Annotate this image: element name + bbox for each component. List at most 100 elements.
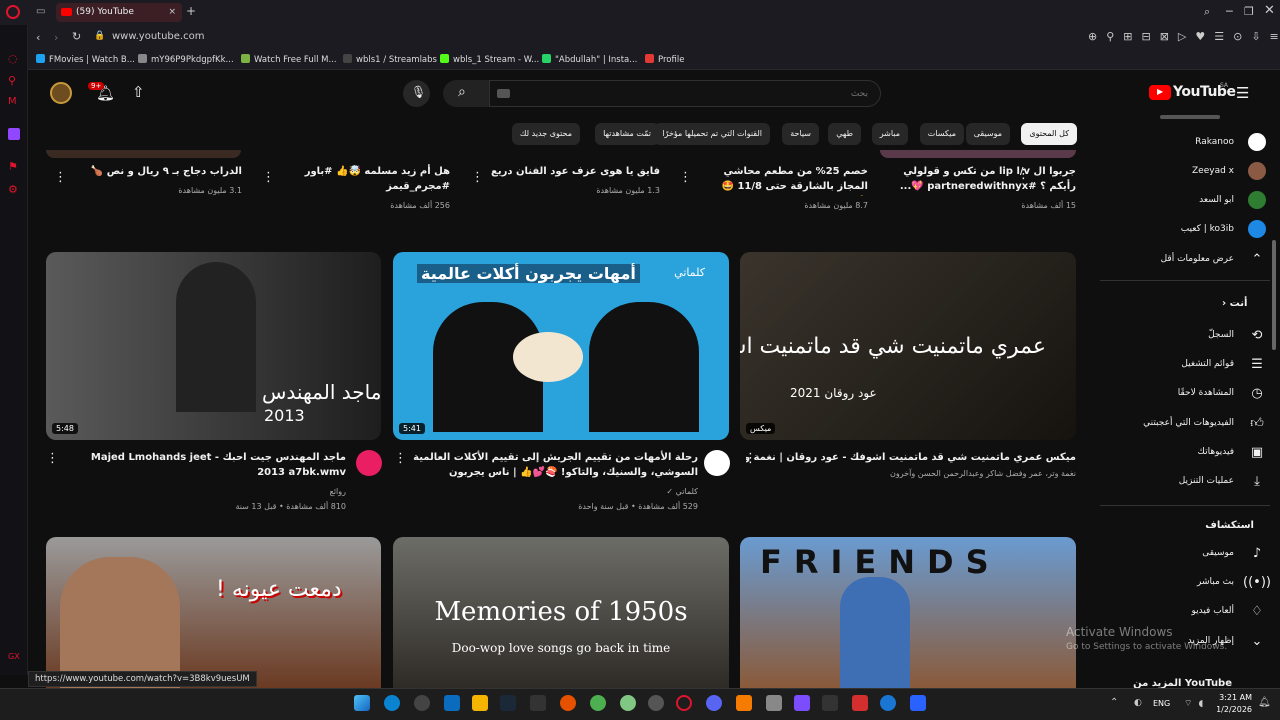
sidebar-item-history[interactable]: السجلّ ⟲ [1208,326,1266,344]
bookmark-item[interactable]: wbls1 / Streamlabs [343,54,437,65]
more-options-icon[interactable]: ⋮ [679,170,692,185]
forward-icon[interactable]: › [54,31,58,44]
app-icon[interactable] [794,695,810,711]
reload-icon[interactable]: ↻ [72,30,81,43]
chip[interactable]: طهي [828,123,861,145]
twitch-icon[interactable] [8,128,20,140]
bookmark-item[interactable]: "Abdullah" | Insta... [542,54,637,65]
more-options-icon[interactable]: ⋮ [744,451,757,466]
bag-icon[interactable]: ⚲ [8,74,16,87]
voice-search-button[interactable]: 🎙︎ [403,80,430,107]
sidebar-item-liked[interactable]: الفيديوهات التي أعجبتني 👍︎ [1143,414,1266,432]
search-tabs-icon[interactable]: ⌕ [1204,5,1210,19]
settings-icon[interactable]: ⚙ [8,183,18,196]
app-icon[interactable] [766,695,782,711]
capcut-icon[interactable] [822,695,838,711]
tab-menu-icon[interactable]: ▭ [36,6,45,17]
video-title[interactable]: الدراب دجاج بـ ٩ ريال و نص 🍗😎 [82,164,242,180]
url-text[interactable]: www.youtube.com [112,31,204,42]
video-thumbnail[interactable]: أمهات يجربون أكلات عالمية كلماتي 5:41 [393,252,729,440]
search-input[interactable] [489,80,881,107]
chip[interactable]: موسيقى [965,123,1010,145]
avatar[interactable] [50,82,72,104]
more-options-icon[interactable]: ⋮ [1017,167,1030,182]
sidebar-item-gaming[interactable]: ألعاب فيديو ♢ [1191,602,1266,620]
bookmark-item[interactable]: Watch Free Full M... [241,54,337,65]
minimize-icon[interactable]: ─ [1226,5,1233,18]
channel-name[interactable]: كلماتي ✓ [666,485,698,498]
speed-dial-icon[interactable]: ◌ [8,52,18,65]
chrome-canary-icon[interactable] [620,695,636,711]
tab-youtube[interactable]: (59) YouTube × [56,3,182,22]
menu-hamburger-icon[interactable]: ☰ [1236,84,1249,102]
clock-date[interactable]: 1/2/2026 [1214,705,1252,714]
github-icon[interactable] [648,695,664,711]
more-options-icon[interactable]: ⋮ [262,170,275,185]
notification-center-icon[interactable]: 🔔︎ [1258,697,1271,708]
search-button[interactable]: ⌕ [443,80,489,107]
bookmark-item[interactable]: wbls_1 Stream - W... [440,54,539,65]
create-upload-icon[interactable]: ⇧ [132,83,145,101]
app-icon[interactable] [852,695,868,711]
video-title[interactable]: فايق يا هوى عزف عود الفنان دريع الهاجري [460,164,660,180]
video-thumbnail[interactable]: Memories of 1950s Doo-wop love songs go … [393,537,729,688]
more-options-icon[interactable]: ⋮ [54,170,67,185]
app-icon[interactable] [910,695,926,711]
sidebar-item-live[interactable]: بث مباشر ((•)) [1197,573,1271,591]
gx-icon[interactable]: GX [8,652,20,661]
video-title[interactable]: ماجد المهندس جيت احبك Majed Lmohands jee… [86,450,346,482]
app-icon[interactable] [880,695,896,711]
epic-games-icon[interactable] [530,695,546,711]
channel-avatar[interactable] [704,450,730,476]
sidebar-subscription[interactable]: Rakanoo [1195,133,1266,151]
chip-all[interactable]: كل المحتوى [1021,123,1077,145]
tray-chevron-up-icon[interactable]: ⌃ [1110,697,1118,708]
video-thumbnail[interactable]: FRIENDS [740,537,1076,688]
app-icon[interactable] [736,695,752,711]
chip[interactable]: ميكسات [919,123,964,145]
messenger-icon[interactable]: M [8,96,17,107]
sidebar-scrollbar[interactable] [1272,240,1276,350]
close-window-icon[interactable]: ✕ [1264,3,1275,18]
chip[interactable]: مباشر [871,123,908,145]
new-tab-icon[interactable]: + [186,4,196,18]
opera-gx-icon[interactable] [676,695,692,711]
more-options-icon[interactable]: ⋮ [394,451,407,466]
language-indicator[interactable]: ENG [1153,699,1170,708]
sidebar-item-watch-later[interactable]: المشاهدة لاحقًا ◷ [1178,384,1266,402]
file-explorer-icon[interactable] [472,695,488,711]
chip[interactable]: محتوى جديد لك [511,123,580,145]
xbox-icon[interactable] [444,695,460,711]
more-options-icon[interactable]: ⋮ [46,451,59,466]
sidebar-subscription[interactable]: Zeeyad x [1192,162,1266,180]
toolbar-extension-icons[interactable]: ⊕⚲⊞⊟⊠▷♥☰⊙⇩≡ [1088,30,1280,43]
sidebar-item-playlists[interactable]: قوائم التشغيل ☰ [1181,355,1266,373]
sidebar-subscription[interactable]: كعيب | ko3ib [1181,220,1266,238]
channel-name[interactable]: روائع [330,485,346,498]
sidebar-item-downloads[interactable]: عمليات التنزيل ⤓ [1179,472,1266,490]
tray-network-sound-icons[interactable]: ⌔◖ [1184,698,1209,709]
opera-logo-icon[interactable] [6,5,20,19]
chip[interactable]: تمّت مشاهدتها [595,123,659,145]
video-thumbnail[interactable]: عمري ماتمنيت شي قد ماتمنيت اشوفك عود روق… [740,252,1076,440]
you-section-header[interactable]: › أنت [1222,298,1247,309]
close-tab-icon[interactable]: × [168,3,176,22]
discord-icon[interactable] [706,695,722,711]
steam-icon[interactable] [500,695,516,711]
sidebar-subscription[interactable]: ابو السعد [1199,191,1266,209]
edge-icon[interactable] [384,695,400,711]
settings-icon[interactable] [414,695,430,711]
chip[interactable]: القنوات التي تم تحميلها مؤخرًا [654,123,770,145]
app-icon[interactable] [560,695,576,711]
video-title[interactable]: ميكس عمري ماتمنيت شي قد ماتمنيت اشوفك - … [746,450,1076,466]
bookmark-item[interactable]: mY96P9PkdgpfKk... [138,54,234,65]
thumbnail[interactable] [46,150,241,158]
pin-icon[interactable]: ⚑ [8,160,18,173]
maximize-icon[interactable]: ❐ [1244,5,1254,18]
youtube-logo-icon[interactable]: ▶ [1149,85,1171,100]
tray-icon[interactable]: ◐ [1134,698,1142,708]
video-thumbnail[interactable]: ماجد المهندس 2013 5:48 [46,252,381,440]
video-title[interactable]: خصم 25% من مطعم محاشي المجاز بالشارقة حت… [718,164,869,196]
clock-time[interactable]: 3:21 AM [1214,693,1252,702]
video-title[interactable]: هل أم زيد مسلمه 🤯👍 #باور #مجرم_قيمز [290,164,450,196]
